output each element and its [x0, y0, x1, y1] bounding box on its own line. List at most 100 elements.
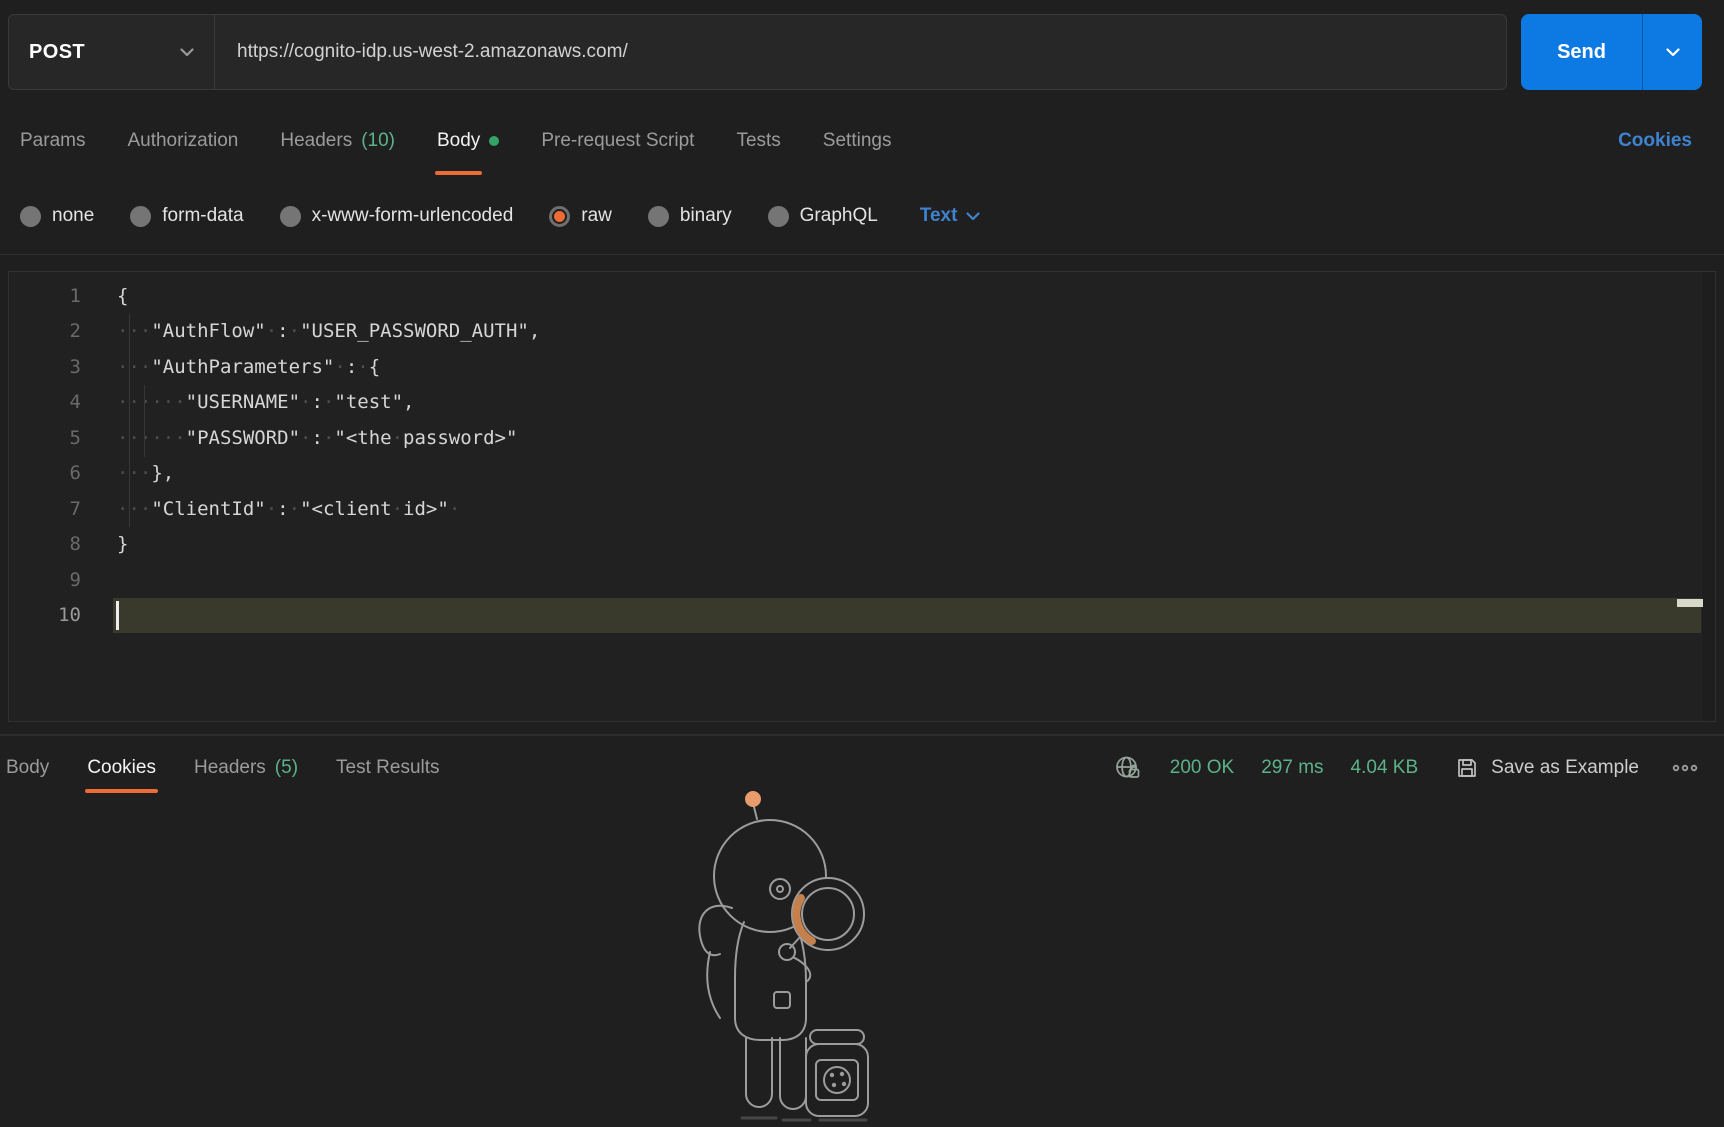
editor-line: 4 ······"USERNAME"·:·"test", — [9, 385, 1715, 421]
code-token: : — [311, 427, 322, 449]
radio-button — [648, 206, 669, 227]
chevron-down-icon — [1666, 48, 1680, 57]
code-token: "<the — [334, 427, 391, 449]
body-type-form-data[interactable]: form-data — [130, 205, 243, 227]
body-type-raw[interactable]: raw — [549, 205, 612, 227]
radio-button — [130, 206, 151, 227]
whitespace-dots: · — [357, 356, 368, 378]
tab-label: Params — [20, 130, 85, 152]
code-token: id>" — [403, 498, 449, 520]
more-options-button[interactable] — [1672, 763, 1698, 773]
response-tab-test-results[interactable]: Test Results — [336, 736, 439, 799]
whitespace-dots: ··· — [117, 462, 151, 484]
line-number: 1 — [9, 285, 93, 307]
radio-button — [20, 206, 41, 227]
code-line[interactable]: ······"PASSWORD"·:·"<the·password>" — [113, 420, 1701, 456]
code-line[interactable] — [113, 598, 1701, 634]
editor-line: 10 — [9, 598, 1715, 634]
format-dropdown[interactable]: Text — [920, 205, 981, 227]
radio-label: GraphQL — [800, 205, 878, 227]
tab-label: Headers — [280, 130, 352, 152]
save-as-example-button[interactable]: Save as Example — [1455, 756, 1639, 780]
whitespace-dots: · — [392, 498, 403, 520]
send-options-button[interactable] — [1642, 14, 1702, 90]
code-token: "USER_PASSWORD_AUTH", — [300, 320, 540, 342]
tab-label: Settings — [823, 130, 892, 152]
method-dropdown[interactable]: POST — [9, 15, 215, 89]
whitespace-dots: · — [266, 498, 277, 520]
editor-line: 2 ···"AuthFlow"·:·"USER_PASSWORD_AUTH", — [9, 314, 1715, 350]
whitespace-dots: · — [289, 320, 300, 342]
send-button[interactable]: Send — [1521, 14, 1642, 90]
overview-ruler-marker — [1677, 599, 1703, 607]
radio-label: none — [52, 205, 94, 227]
body-type-x-www-form-urlencoded[interactable]: x-www-form-urlencoded — [280, 205, 514, 227]
code-line[interactable]: { — [113, 278, 1701, 314]
code-line[interactable] — [113, 562, 1701, 598]
cookies-link[interactable]: Cookies — [1618, 130, 1692, 152]
body-type-none[interactable]: none — [20, 205, 94, 227]
tab-label: Headers — [194, 757, 266, 779]
tab-settings[interactable]: Settings — [823, 104, 892, 178]
whitespace-dots: · — [300, 427, 311, 449]
response-time[interactable]: 297 ms — [1261, 757, 1323, 779]
code-line[interactable]: ···"AuthFlow"·:·"USER_PASSWORD_AUTH", — [113, 314, 1701, 350]
editor-scrollbar[interactable] — [1701, 272, 1715, 721]
code-token: "ClientId" — [151, 498, 265, 520]
line-number: 9 — [9, 569, 93, 591]
code-token: { — [117, 285, 128, 307]
indent-guide — [129, 314, 130, 527]
body-type-graphql[interactable]: GraphQL — [768, 205, 878, 227]
pane-splitter[interactable] — [0, 722, 1724, 736]
code-line[interactable]: ···}, — [113, 456, 1701, 492]
tab-params[interactable]: Params — [20, 104, 85, 178]
tab-headers[interactable]: Headers(10) — [280, 104, 395, 178]
response-tab-cookies[interactable]: Cookies — [87, 736, 156, 799]
tab-label: Test Results — [336, 757, 439, 779]
tab-label: Authorization — [127, 130, 238, 152]
url-input[interactable]: https://cognito-idp.us-west-2.amazonaws.… — [215, 15, 1506, 89]
url-value: https://cognito-idp.us-west-2.amazonaws.… — [237, 41, 628, 63]
tab-pre-request-script[interactable]: Pre-request Script — [541, 104, 694, 178]
tab-body[interactable]: Body — [437, 104, 499, 178]
chevron-down-icon — [966, 212, 980, 221]
save-as-example-label: Save as Example — [1491, 757, 1639, 779]
code-token: password>" — [403, 427, 517, 449]
body-type-binary[interactable]: binary — [648, 205, 732, 227]
code-line[interactable]: ···"AuthParameters"·:·{ — [113, 349, 1701, 385]
code-token: : — [277, 498, 288, 520]
editor-line: 6 ···}, — [9, 456, 1715, 492]
whitespace-dots: ······ — [117, 391, 186, 413]
response-size[interactable]: 4.04 KB — [1351, 757, 1419, 779]
response-tab-headers[interactable]: Headers(5) — [194, 736, 298, 799]
code-line[interactable]: ······"USERNAME"·:·"test", — [113, 385, 1701, 421]
more-options-icon — [1672, 763, 1698, 773]
line-number: 6 — [9, 462, 93, 484]
line-number: 7 — [9, 498, 93, 520]
code-line[interactable]: ···"ClientId"·:·"<client·id>"· — [113, 491, 1701, 527]
line-number: 2 — [9, 320, 93, 342]
whitespace-dots: ··· — [117, 356, 151, 378]
code-line[interactable]: } — [113, 527, 1701, 563]
response-tab-body[interactable]: Body — [6, 736, 49, 799]
network-globe-lock-icon[interactable] — [1113, 753, 1143, 783]
code-token: { — [369, 356, 380, 378]
tab-tests[interactable]: Tests — [736, 104, 780, 178]
whitespace-dots: · — [323, 427, 334, 449]
whitespace-dots: · — [449, 498, 460, 520]
editor-line: 3···"AuthParameters"·:·{ — [9, 349, 1715, 385]
body-editor[interactable]: 1 {2 ···"AuthFlow"·:·"USER_PASSWORD_AUTH",… — [8, 271, 1716, 722]
radio-button — [280, 206, 301, 227]
request-tabs: Params Authorization Headers(10) Body Pre-re… — [0, 104, 1724, 178]
editor-line: 8} — [9, 527, 1715, 563]
line-number: 4 — [9, 391, 93, 413]
code-token: "PASSWORD" — [186, 427, 300, 449]
format-label: Text — [920, 205, 958, 227]
tab-label: Cookies — [87, 757, 156, 779]
editor-line: 9 — [9, 562, 1715, 598]
code-token: }, — [151, 462, 174, 484]
tab-authorization[interactable]: Authorization — [127, 104, 238, 178]
code-token: } — [117, 533, 128, 555]
status-code[interactable]: 200 OK — [1170, 757, 1234, 779]
antenna-ball — [745, 791, 761, 807]
